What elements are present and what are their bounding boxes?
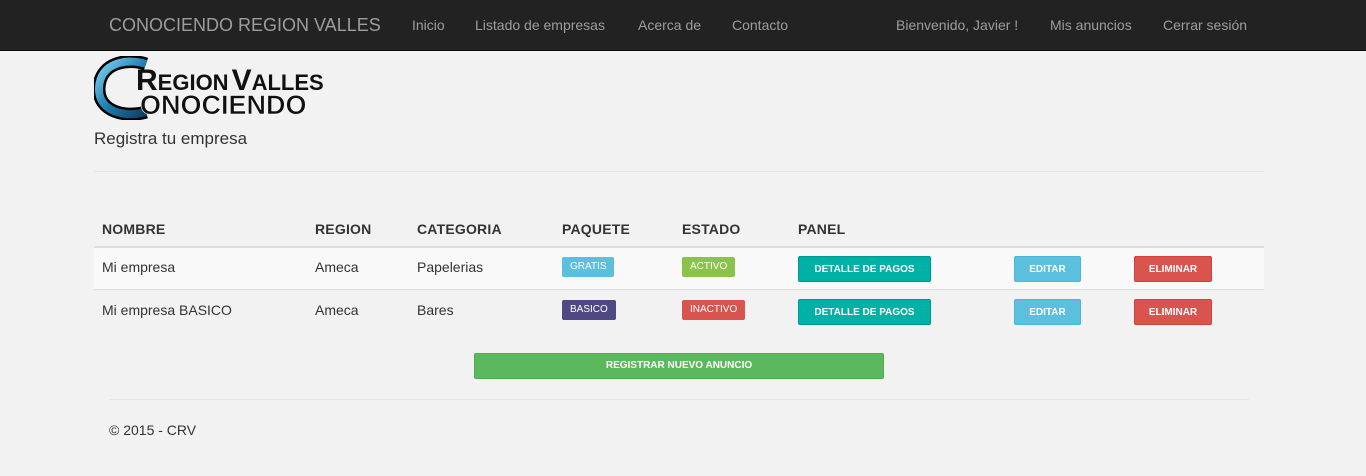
column-header-estado: ESTADO: [682, 221, 741, 237]
cell-nombre: Mi empresa: [102, 259, 176, 275]
divider: [94, 171, 1264, 172]
status-badge-activo: ACTIVO: [682, 257, 736, 277]
payment-details-button[interactable]: DETALLE DE PAGOS: [798, 299, 931, 325]
column-header-panel: PANEL: [798, 221, 846, 237]
edit-button[interactable]: EDITAR: [1014, 299, 1081, 325]
nav-link-mis-anuncios[interactable]: Mis anuncios: [1050, 0, 1132, 51]
table-row: Mi empresa Ameca Papelerias GRATIS ACTIV…: [94, 248, 1264, 290]
nav-link-inicio[interactable]: Inicio: [412, 0, 445, 51]
delete-button[interactable]: ELIMINAR: [1134, 299, 1212, 325]
cell-categoria: Bares: [417, 302, 454, 318]
edit-button[interactable]: EDITAR: [1014, 256, 1081, 282]
cell-categoria: Papelerias: [417, 259, 484, 275]
site-logo: REGION VALLES ONOCIENDO: [94, 56, 324, 120]
payment-details-button[interactable]: DETALLE DE PAGOS: [798, 256, 931, 282]
cell-nombre: Mi empresa BASICO: [102, 302, 232, 318]
column-header-region: REGION: [315, 221, 372, 237]
cell-region: Ameca: [315, 259, 359, 275]
nav-link-contacto[interactable]: Contacto: [732, 0, 788, 51]
status-badge-inactivo: INACTIVO: [682, 300, 746, 320]
top-navbar: CONOCIENDO REGION VALLES Inicio Listado …: [0, 0, 1366, 51]
package-badge-basico: BASICO: [562, 300, 616, 320]
delete-button[interactable]: ELIMINAR: [1134, 256, 1212, 282]
cell-region: Ameca: [315, 302, 359, 318]
table-row: Mi empresa BASICO Ameca Bares BASICO INA…: [94, 291, 1264, 333]
nav-link-listado-empresas[interactable]: Listado de empresas: [475, 0, 605, 51]
footer-divider: [109, 399, 1249, 400]
package-badge-gratis: GRATIS: [562, 257, 615, 277]
brand-link[interactable]: CONOCIENDO REGION VALLES: [109, 0, 381, 51]
column-header-nombre: NOMBRE: [102, 221, 166, 237]
register-new-ad-button[interactable]: REGISTRAR NUEVO ANUNCIO: [474, 353, 884, 379]
nav-link-welcome-user[interactable]: Bienvenido, Javier !: [896, 0, 1018, 51]
nav-link-cerrar-sesion[interactable]: Cerrar sesión: [1163, 0, 1247, 51]
column-header-paquete: PAQUETE: [562, 221, 631, 237]
footer-copyright: © 2015 - CRV: [109, 422, 197, 438]
column-header-categoria: CATEGORIA: [417, 221, 502, 237]
svg-text:ONOCIENDO: ONOCIENDO: [140, 90, 307, 120]
page-subtitle: Registra tu empresa: [94, 129, 248, 148]
nav-link-acerca-de[interactable]: Acerca de: [638, 0, 701, 51]
